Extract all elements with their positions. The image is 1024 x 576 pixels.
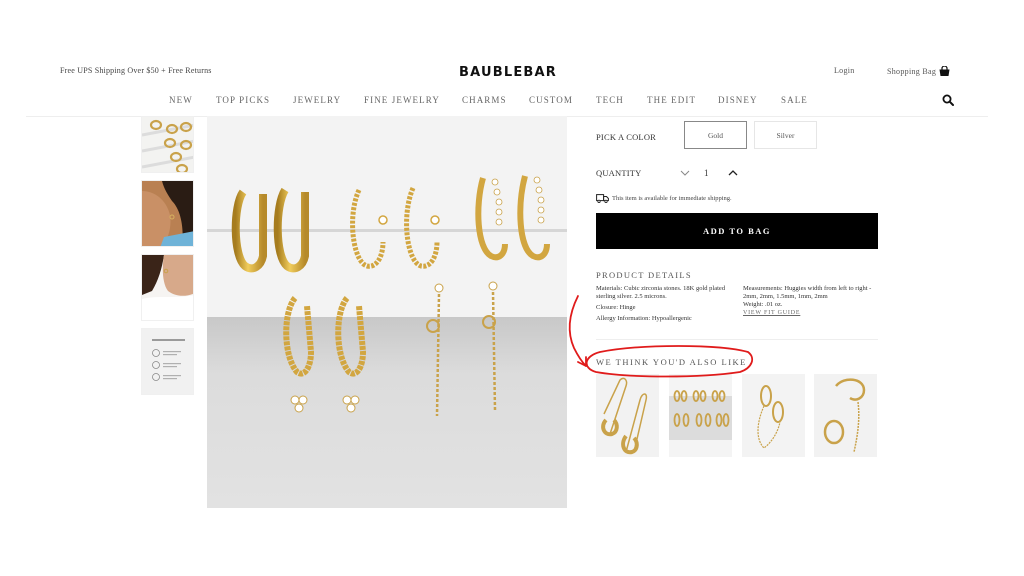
nav-item-fine-jewelry[interactable]: FINE JEWELRY: [364, 95, 440, 105]
nav-item-custom[interactable]: CUSTOM: [529, 95, 573, 105]
login-link[interactable]: Login: [834, 66, 855, 75]
nav-item-charms[interactable]: CHARMS: [462, 95, 507, 105]
quantity-increase-chevron-up-icon[interactable]: [727, 168, 739, 178]
quantity-decrease-chevron-down-icon[interactable]: [679, 168, 691, 178]
nav-item-disney[interactable]: DISNEY: [718, 95, 758, 105]
color-option-silver[interactable]: Silver: [754, 121, 817, 149]
promo-banner: Free UPS Shipping Over $50 + Free Return…: [60, 66, 212, 75]
shipping-note: This item is available for immediate shi…: [596, 194, 732, 203]
nav-item-tech[interactable]: TECH: [596, 95, 624, 105]
hoops-image: [142, 117, 193, 172]
main-nav: NEW TOP PICKS JEWELRY FINE JEWELRY CHARM…: [0, 95, 1024, 107]
shopping-bag-link[interactable]: Shopping Bag: [887, 66, 950, 76]
quantity-label: QUANTITY: [596, 168, 642, 178]
nav-item-top-picks[interactable]: TOP PICKS: [216, 95, 270, 105]
add-to-bag-button[interactable]: ADD TO BAG: [596, 213, 878, 249]
chain-huggies-image: [742, 374, 805, 457]
thumbnail-4[interactable]: [141, 328, 194, 395]
weight-text: Weight: .01 oz.: [743, 301, 783, 308]
nav-item-new[interactable]: NEW: [169, 95, 193, 105]
model-image: [142, 255, 193, 320]
view-fit-guide-link[interactable]: VIEW FIT GUIDE: [743, 309, 878, 317]
annotation-arrow-icon: [568, 295, 587, 367]
product-details-right: Measurements: Huggies width from left to…: [743, 285, 878, 317]
recommendation-item-4[interactable]: [814, 374, 877, 457]
recommendation-item-1[interactable]: [596, 374, 659, 457]
shopping-bag-label: Shopping Bag: [887, 66, 937, 76]
quantity-value: 1: [704, 168, 709, 178]
thumbnail-2[interactable]: [141, 180, 194, 247]
search-icon[interactable]: [942, 94, 954, 106]
shopping-bag-icon: [939, 66, 950, 76]
earrings-set-image: [207, 116, 567, 508]
safety-pin-earrings-image: [596, 374, 659, 457]
truck-icon: [596, 194, 609, 203]
nav-item-jewelry[interactable]: JEWELRY: [293, 95, 341, 105]
thumbnail-3[interactable]: [141, 254, 194, 321]
care-card-image: [142, 329, 193, 394]
product-details-left: Materials: Cubic zirconia stones. 18K go…: [596, 285, 728, 326]
measurements-text: Measurements: Huggies width from left to…: [743, 285, 872, 300]
pick-color-label: PICK A COLOR: [596, 132, 657, 142]
product-details-title: PRODUCT DETAILS: [596, 270, 692, 280]
details-divider: [596, 339, 878, 340]
recommendations-title: WE THINK YOU'D ALSO LIKE: [596, 357, 747, 367]
huggie-set-image: [669, 374, 732, 457]
nav-item-sale[interactable]: SALE: [781, 95, 808, 105]
closure-text: Closure: Hinge: [596, 304, 636, 311]
main-product-image[interactable]: [207, 116, 567, 508]
shipping-note-text: This item is available for immediate shi…: [612, 195, 732, 202]
recommendation-item-3[interactable]: [742, 374, 805, 457]
materials-text: Materials: Cubic zirconia stones. 18K go…: [596, 285, 726, 300]
brand-logo[interactable]: BAUBLEBAR: [459, 65, 557, 80]
color-option-gold[interactable]: Gold: [684, 121, 747, 149]
recommendation-item-2[interactable]: [669, 374, 732, 457]
model-image: [142, 181, 193, 246]
ear-cuff-chain-image: [814, 374, 877, 457]
nav-item-the-edit[interactable]: THE EDIT: [647, 95, 696, 105]
thumbnail-1[interactable]: [141, 116, 194, 173]
allergy-text: Allergy Information: Hypoallergenic: [596, 315, 692, 322]
